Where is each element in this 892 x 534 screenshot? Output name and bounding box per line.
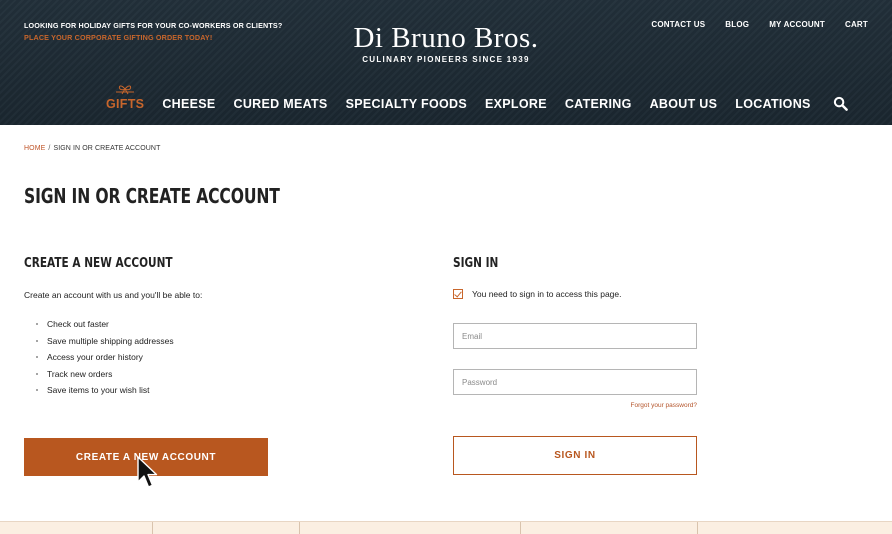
utility-nav: CONTACT US BLOG MY ACCOUNT CART (631, 20, 868, 29)
sign-in-title: SIGN IN (453, 255, 499, 271)
page-title: SIGN IN OR CREATE ACCOUNT (24, 184, 280, 208)
footer-divider (299, 522, 300, 534)
sign-in-notice: You need to sign in to access this page. (453, 289, 622, 299)
nav-item-cured-meats[interactable]: CURED MEATS (234, 97, 328, 111)
contact-us-link[interactable]: CONTACT US (651, 20, 705, 29)
site-header: LOOKING FOR HOLIDAY GIFTS FOR YOUR CO-WO… (0, 0, 892, 125)
checkmark-icon (453, 289, 463, 299)
nav-item-cheese[interactable]: CHEESE (162, 97, 215, 111)
nav-item-locations[interactable]: LOCATIONS (735, 97, 810, 111)
my-account-link[interactable]: MY ACCOUNT (769, 20, 825, 29)
search-icon[interactable] (833, 96, 848, 111)
gift-bow-icon (116, 85, 134, 94)
footer-divider (152, 522, 153, 534)
nav-item-about-us[interactable]: ABOUT US (650, 97, 718, 111)
breadcrumb-home-link[interactable]: HOME (24, 145, 45, 152)
list-item: Save multiple shipping addresses (36, 335, 174, 352)
sign-in-notice-text: You need to sign in to access this page. (472, 289, 622, 299)
list-item: Track new orders (36, 368, 174, 385)
breadcrumb-separator: / (48, 145, 51, 152)
cart-link[interactable]: CART (845, 20, 868, 29)
nav-item-specialty-foods[interactable]: SPECIALTY FOODS (346, 97, 467, 111)
breadcrumb: HOME / SIGN IN OR CREATE ACCOUNT (24, 145, 160, 152)
forgot-password-link[interactable]: Forgot your password? (631, 402, 697, 409)
create-account-intro: Create an account with us and you'll be … (24, 290, 203, 300)
list-item: Access your order history (36, 351, 174, 368)
logo-tagline: CULINARY PIONEERS SINCE 1939 (362, 55, 530, 64)
nav-label-gifts[interactable]: GIFTS (106, 97, 144, 111)
create-account-button[interactable]: CREATE A NEW ACCOUNT (24, 438, 268, 476)
footer-divider (697, 522, 698, 534)
nav-item-explore[interactable]: EXPLORE (485, 97, 547, 111)
create-account-title: CREATE A NEW ACCOUNT (24, 255, 173, 271)
password-field[interactable] (453, 369, 697, 395)
main-nav: GIFTS CHEESE CURED MEATS SPECIALTY FOODS… (106, 85, 848, 111)
nav-item-catering[interactable]: CATERING (565, 97, 632, 111)
site-logo[interactable]: Di Bruno Bros. CULINARY PIONEERS SINCE 1… (310, 22, 582, 64)
footer-divider (520, 522, 521, 534)
sign-in-button[interactable]: SIGN IN (453, 436, 697, 475)
promo-line-2[interactable]: PLACE YOUR CORPORATE GIFTING ORDER TODAY… (24, 32, 282, 44)
logo-name[interactable]: Di Bruno Bros. (310, 22, 582, 54)
nav-item-gifts[interactable]: GIFTS (106, 85, 144, 111)
promo-banner[interactable]: LOOKING FOR HOLIDAY GIFTS FOR YOUR CO-WO… (24, 20, 282, 44)
email-field[interactable] (453, 323, 697, 349)
list-item: Save items to your wish list (36, 384, 174, 401)
footer-strip (0, 521, 892, 534)
promo-line-1[interactable]: LOOKING FOR HOLIDAY GIFTS FOR YOUR CO-WO… (24, 20, 282, 32)
list-item: Check out faster (36, 318, 174, 335)
breadcrumb-current: SIGN IN OR CREATE ACCOUNT (53, 145, 161, 152)
benefits-list: Check out faster Save multiple shipping … (36, 318, 174, 401)
blog-link[interactable]: BLOG (725, 20, 749, 29)
